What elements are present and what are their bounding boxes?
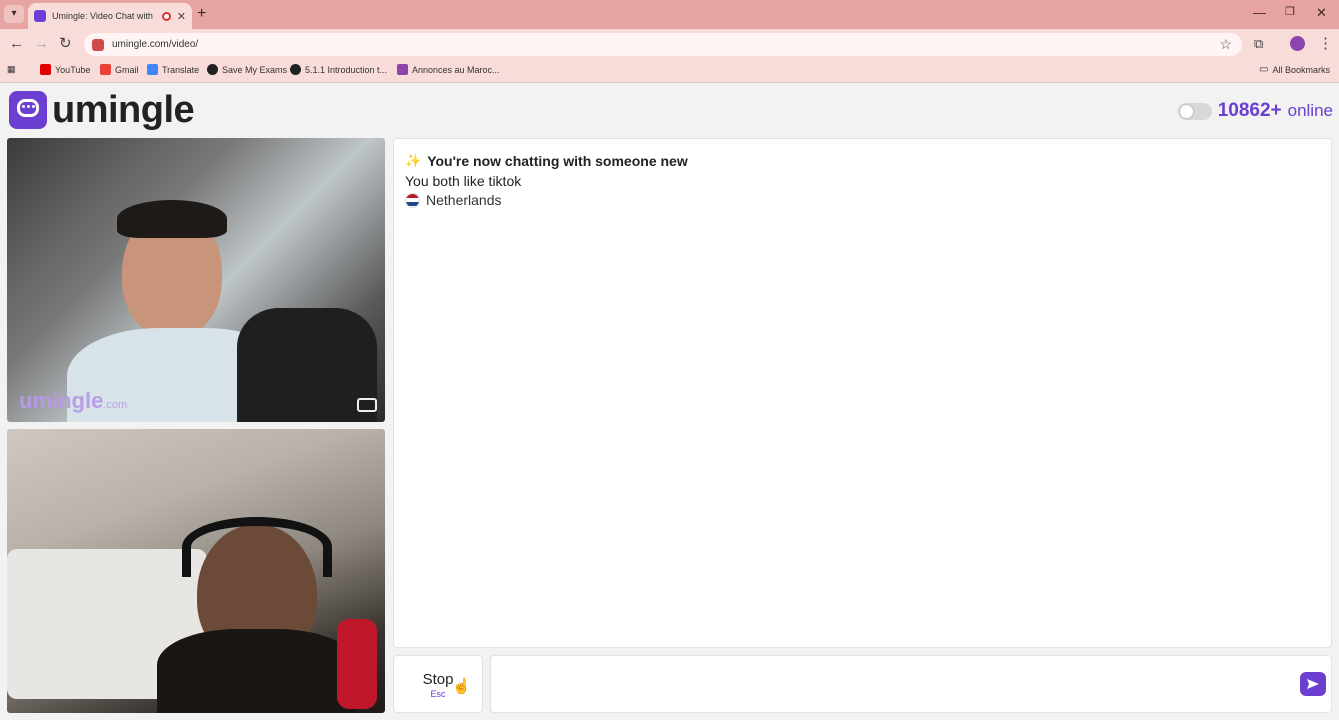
online-counter: 10862+ online — [1177, 100, 1333, 122]
stranger-video: umingle.com — [7, 138, 385, 422]
self-shirt — [157, 629, 357, 713]
chat-bubble-icon — [9, 91, 47, 129]
sparkle-icon: ✨ — [405, 153, 422, 168]
common-interest: You both like tiktok — [405, 173, 521, 189]
red-lamp — [337, 619, 377, 709]
bookmark-label: Translate — [162, 64, 200, 75]
send-button[interactable] — [1300, 672, 1326, 696]
country-text: Netherlands — [426, 192, 502, 208]
stranger-country: Netherlands — [405, 192, 502, 208]
bookmark-youtube[interactable]: YouTube — [40, 64, 90, 75]
new-tab-button[interactable]: + — [197, 5, 206, 23]
close-window-icon[interactable]: ✕ — [1316, 5, 1327, 21]
chat-intro: ✨ You're now chatting with someone new — [405, 153, 688, 169]
bookmark-gmail[interactable]: Gmail — [100, 64, 139, 75]
umingle-page: umingle 10862+ online umingle.com ✨ You'… — [0, 84, 1339, 720]
apps-icon[interactable]: ▦ — [7, 64, 16, 75]
close-tab-icon[interactable]: ✕ — [177, 10, 186, 23]
bookmark-label: YouTube — [55, 64, 91, 75]
umingle-favicon-icon — [34, 10, 46, 22]
chat-log: ✨ You're now chatting with someone new Y… — [393, 138, 1332, 648]
logo-text: umingle — [52, 89, 195, 131]
site-info-icon[interactable] — [92, 38, 104, 51]
umingle-watermark: umingle.com — [19, 388, 128, 413]
stranger-hair — [117, 200, 227, 238]
bookmark-save-my-exams[interactable]: Save My Exams — [207, 64, 287, 75]
bookmark-label: Annonces au Maroc... — [412, 64, 500, 75]
minimize-icon[interactable]: — — [1253, 5, 1266, 20]
bookmark-label: Gmail — [115, 64, 139, 75]
folder-icon: ▭ — [1259, 64, 1269, 75]
address-bar[interactable]: umingle.com/video/ ☆ — [84, 33, 1242, 56]
tab-search-button[interactable]: ▾ — [4, 5, 24, 23]
recording-icon — [161, 11, 171, 21]
bookmark-star-icon[interactable]: ☆ — [1219, 36, 1232, 53]
bookmarks-bar: ▦ YouTube Gmail Translate Save My Exams … — [0, 59, 1339, 83]
self-video — [7, 429, 385, 713]
youtube-icon — [40, 64, 51, 75]
theme-toggle[interactable] — [1177, 102, 1212, 120]
forward-icon[interactable]: → — [34, 35, 49, 53]
bookmark-annonces[interactable]: Annonces au Maroc... — [397, 64, 500, 75]
all-bookmarks-label: All Bookmarks — [1272, 64, 1330, 75]
url-text: umingle.com/video/ — [112, 39, 199, 50]
online-label: online — [1287, 101, 1333, 120]
menu-icon[interactable]: ⋮ — [1318, 35, 1333, 53]
message-input[interactable] — [490, 655, 1332, 713]
bookmark-translate[interactable]: Translate — [147, 64, 199, 75]
tab-title: Umingle: Video Chat with Str — [52, 11, 156, 21]
gmail-icon — [100, 64, 111, 75]
interest-text: You both like tiktok — [405, 173, 522, 189]
back-icon[interactable]: ← — [9, 35, 24, 53]
headphones — [182, 517, 332, 577]
reload-icon[interactable]: ↻ — [59, 35, 72, 53]
browser-tab[interactable]: Umingle: Video Chat with Str ✕ — [28, 3, 192, 29]
camera-switch-icon[interactable] — [357, 398, 377, 412]
globe-icon — [207, 64, 218, 75]
intro-text: You're now chatting with someone new — [427, 153, 688, 169]
browser-toolbar: ← → ↻ umingle.com/video/ ☆ ⧉ ⋮ — [0, 29, 1339, 59]
translate-icon — [147, 64, 158, 75]
netherlands-flag-icon — [405, 192, 420, 208]
all-bookmarks[interactable]: ▭ All Bookmarks — [1259, 64, 1330, 75]
site-icon — [397, 64, 408, 75]
browser-titlebar: ▾ Umingle: Video Chat with Str ✕ + — ❐ ✕ — [0, 0, 1339, 29]
restore-icon[interactable]: ❐ — [1285, 5, 1295, 18]
umingle-logo[interactable]: umingle — [9, 89, 195, 131]
extensions-icon[interactable]: ⧉ — [1254, 35, 1263, 53]
bookmark-label: 5.1.1 Introduction t... — [305, 64, 388, 75]
profile-avatar[interactable] — [1290, 36, 1305, 51]
mouse-cursor-icon: ☝ — [452, 678, 471, 695]
send-icon — [1307, 679, 1319, 689]
stranger-jacket — [237, 308, 377, 422]
bookmark-introduction[interactable]: 5.1.1 Introduction t... — [290, 64, 387, 75]
online-count: 10862+ — [1217, 100, 1282, 121]
bookmark-label: Save My Exams — [222, 64, 288, 75]
globe-icon — [290, 64, 301, 75]
